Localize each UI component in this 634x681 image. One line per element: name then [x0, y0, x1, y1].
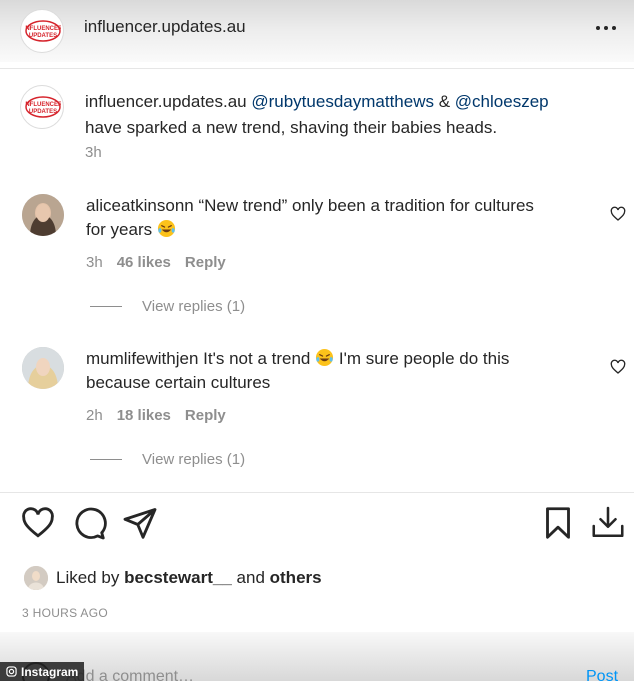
- comment-username[interactable]: aliceatkinsonn: [86, 196, 194, 215]
- comment-text: aliceatkinsonn “New trend” only been a t…: [86, 194, 556, 242]
- comment-meta: 2h 18 likes Reply: [86, 407, 226, 424]
- caption-body: have sparked a new trend, shaving their …: [85, 118, 498, 137]
- action-bar: [0, 505, 634, 549]
- comment-likes[interactable]: 18 likes: [117, 407, 171, 424]
- mention-link[interactable]: @rubytuesdaymatthews: [251, 92, 434, 111]
- comment-time: 2h: [86, 407, 103, 424]
- liker-avatar[interactable]: [24, 566, 48, 590]
- mention-link[interactable]: @chloeszep: [455, 92, 549, 111]
- view-replies-button[interactable]: View replies (1): [90, 451, 245, 468]
- post-button[interactable]: Post: [586, 668, 618, 681]
- heart-icon[interactable]: [610, 206, 626, 222]
- profile-photo-icon: [24, 566, 48, 590]
- caption-avatar[interactable]: INFLUENCER UPDATES: [20, 85, 64, 129]
- brand-logo-icon: INFLUENCER UPDATES: [25, 20, 61, 42]
- comment-time: 3h: [86, 254, 103, 271]
- comment-icon[interactable]: [71, 505, 107, 541]
- comment-input[interactable]: Add a comment…: [66, 668, 194, 681]
- post-timestamp: 3 HOURS AGO: [22, 606, 108, 620]
- view-replies-label: View replies (1): [142, 451, 246, 468]
- comment-username[interactable]: mumlifewithjen: [86, 349, 198, 368]
- svg-text:INFLUENCER: INFLUENCER: [25, 26, 61, 32]
- reply-button[interactable]: Reply: [185, 407, 226, 424]
- divider: [0, 492, 634, 493]
- liker-username[interactable]: becstewart__: [124, 568, 232, 588]
- reply-button[interactable]: Reply: [185, 254, 226, 271]
- comment-text: mumlifewithjen It's not a trend I'm sure…: [86, 347, 556, 395]
- header-username[interactable]: influencer.updates.au: [84, 17, 246, 37]
- ampersand: &: [438, 92, 451, 111]
- profile-photo-icon: [22, 347, 64, 389]
- view-replies-button[interactable]: View replies (1): [90, 298, 245, 315]
- comment-likes[interactable]: 46 likes: [117, 254, 171, 271]
- brand-logo-icon: INFLUENCER UPDATES: [25, 96, 61, 118]
- commenter-avatar[interactable]: [22, 194, 64, 236]
- liked-by-and: and: [236, 568, 265, 587]
- watermark-label: Instagram: [21, 664, 79, 679]
- svg-text:UPDATES: UPDATES: [29, 109, 57, 115]
- replies-line: [90, 459, 122, 460]
- laughing-tears-emoji-icon: [157, 219, 175, 238]
- post-header: INFLUENCER UPDATES influencer.updates.au: [0, 0, 634, 62]
- profile-photo-icon: [22, 194, 64, 236]
- comment-meta: 3h 46 likes Reply: [86, 254, 226, 271]
- caption-time: 3h: [85, 144, 102, 161]
- share-icon[interactable]: [122, 505, 158, 541]
- caption-username[interactable]: influencer.updates.au: [85, 92, 247, 111]
- download-icon[interactable]: [590, 505, 626, 541]
- caption-text: influencer.updates.au @rubytuesdaymatthe…: [85, 89, 625, 141]
- account-avatar[interactable]: INFLUENCER UPDATES: [20, 9, 64, 53]
- replies-line: [90, 306, 122, 307]
- commenter-avatar[interactable]: [22, 347, 64, 389]
- laughing-tears-emoji-icon: [316, 348, 334, 367]
- heart-icon[interactable]: [20, 505, 56, 541]
- more-icon[interactable]: [590, 16, 622, 40]
- comment-body: It's not a trend: [203, 349, 311, 368]
- instagram-watermark: Instagram: [0, 662, 85, 681]
- comment-composer: Add a comment… Post: [0, 632, 634, 681]
- instagram-icon: [6, 666, 17, 677]
- liked-by: Liked by becstewart__ and others: [24, 566, 322, 590]
- heart-icon[interactable]: [610, 359, 626, 375]
- divider: [0, 68, 634, 69]
- liked-by-prefix: Liked by: [56, 568, 120, 587]
- svg-text:UPDATES: UPDATES: [29, 33, 57, 39]
- view-replies-label: View replies (1): [142, 298, 246, 315]
- svg-text:INFLUENCER: INFLUENCER: [25, 102, 61, 108]
- bookmark-icon[interactable]: [540, 505, 576, 541]
- others-link[interactable]: others: [270, 568, 322, 588]
